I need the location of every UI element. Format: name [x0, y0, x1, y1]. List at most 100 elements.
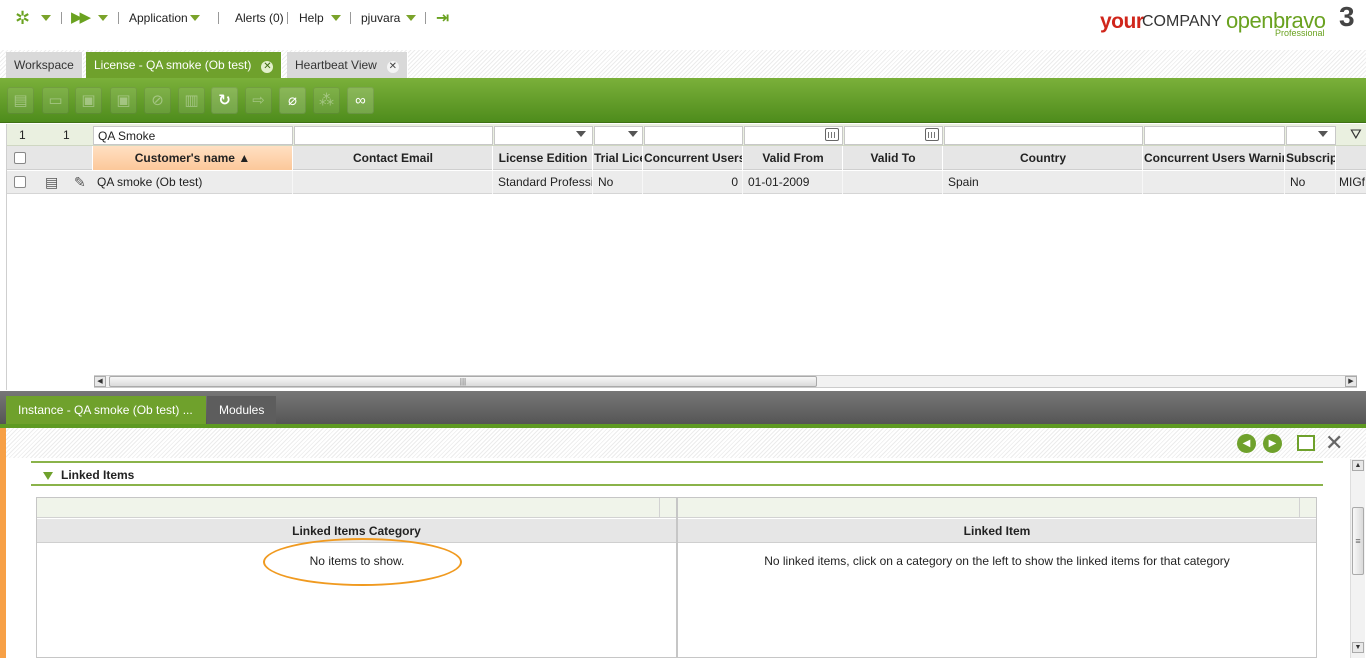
nav-divider	[425, 12, 426, 24]
active-record-indicator	[0, 428, 6, 658]
vertical-scrollbar[interactable]: ▲ ≡ ▼	[1350, 459, 1365, 658]
cell-extra: MIGf	[1335, 171, 1366, 194]
subscription-filter[interactable]	[1286, 126, 1336, 145]
vertical-scroll-thumb[interactable]: ≡	[1352, 507, 1364, 575]
cell-contact-email	[294, 171, 493, 194]
nav-divider	[287, 12, 288, 24]
category-filter-row	[37, 498, 676, 518]
country-filter[interactable]	[944, 126, 1143, 145]
column-header-extra[interactable]	[1337, 146, 1366, 170]
save-icon[interactable]: ▣	[75, 87, 102, 114]
row-select-checkbox[interactable]	[14, 176, 26, 188]
application-menu[interactable]: Application	[129, 11, 188, 25]
tab-label: License - QA smoke (Ob test)	[94, 58, 252, 72]
cell-trial-license: No	[594, 171, 643, 194]
tab-label: Modules	[219, 403, 265, 417]
logout-icon[interactable]: ⇥	[436, 8, 449, 28]
scroll-right-icon[interactable]: ▶	[1345, 376, 1357, 387]
column-header-country[interactable]: Country	[944, 146, 1143, 170]
concurrent-users-filter[interactable]	[644, 126, 743, 145]
tab-heartbeat-view[interactable]: Heartbeat View ✕	[287, 52, 408, 78]
horizontal-scrollbar[interactable]: ◀ ||| ▶	[94, 375, 1357, 388]
trial-license-filter-chevron-down-icon[interactable]	[628, 131, 638, 137]
grid-filter-row: 1 1 QA Smoke ⛛	[7, 124, 1366, 146]
cell-subscription: No	[1286, 171, 1336, 194]
scroll-left-icon[interactable]: ◀	[94, 376, 106, 387]
next-record-icon[interactable]: ▶	[1263, 434, 1282, 453]
column-header-trial-license[interactable]: Trial License	[594, 146, 643, 170]
help-menu[interactable]: Help	[299, 11, 324, 25]
new-document-icon[interactable]: ▤	[7, 87, 34, 114]
scroll-up-icon[interactable]: ▲	[1352, 460, 1364, 471]
maximize-icon[interactable]	[1297, 435, 1315, 451]
user-chevron-down-icon[interactable]	[406, 15, 416, 21]
open-form-icon[interactable]: ▤	[45, 174, 58, 191]
highlight-annotation	[263, 538, 462, 586]
category-filter-spacer	[659, 498, 677, 518]
close-tab-icon[interactable]: ✕	[261, 61, 274, 73]
tab-instance[interactable]: Instance - QA smoke (Ob test) ...	[6, 396, 206, 424]
quick-launch-chevron-down-icon[interactable]	[41, 15, 51, 21]
column-header-subscription[interactable]: Subscription	[1286, 146, 1336, 170]
tab-label: Heartbeat View	[295, 58, 377, 72]
select-all-checkbox[interactable]	[14, 152, 26, 164]
subscription-filter-chevron-down-icon[interactable]	[1318, 131, 1328, 137]
user-menu[interactable]: pjuvara	[361, 11, 400, 25]
nav-divider	[218, 12, 219, 24]
linked-item-filter-spacer	[1299, 498, 1317, 518]
undo-icon[interactable]: ⊘	[144, 87, 171, 114]
column-header-concurrent-users-warning[interactable]: Concurrent Users Warning	[1144, 146, 1285, 170]
help-chevron-down-icon[interactable]	[331, 15, 341, 21]
column-header-customer-name[interactable]: Customer's name ▲	[93, 146, 293, 170]
column-header-valid-from[interactable]: Valid From	[744, 146, 843, 170]
cell-country: Spain	[944, 171, 1143, 194]
column-header-license-edition[interactable]: License Edition	[494, 146, 593, 170]
valid-from-calendar-icon[interactable]	[825, 128, 839, 141]
column-header-contact-email[interactable]: Contact Email	[294, 146, 493, 170]
openbravo-version-logo: 3	[1339, 1, 1355, 32]
audit-trail-icon[interactable]: ⁂	[313, 87, 340, 114]
fast-forward-icon[interactable]: ▶▶	[71, 8, 91, 26]
export-icon[interactable]: ⇨	[245, 87, 272, 114]
cell-concurrent-users-warning	[1144, 171, 1285, 194]
new-row-icon[interactable]: ▭	[42, 87, 69, 114]
license-grid: 1 1 QA Smoke ⛛ Customer's name ▲ Contact…	[6, 124, 1366, 390]
column-header-valid-to[interactable]: Valid To	[844, 146, 943, 170]
quick-launch-icon[interactable]: ✲	[15, 8, 30, 29]
linked-items-section-title[interactable]: Linked Items	[61, 468, 134, 482]
contact-email-filter[interactable]	[294, 126, 493, 145]
tab-workspace[interactable]: Workspace	[6, 52, 83, 78]
cell-concurrent-users: 0	[644, 171, 743, 194]
refresh-icon[interactable]: ↻	[211, 87, 238, 114]
close-icon[interactable]: ✕	[1325, 432, 1343, 454]
linked-item-header[interactable]: Linked Item	[678, 519, 1316, 543]
edit-pencil-icon[interactable]: ✎	[74, 174, 86, 191]
column-header-concurrent-users[interactable]: Concurrent Users	[644, 146, 743, 170]
row-actions-header	[35, 146, 93, 170]
top-navigation-bar: ✲ ▶▶ Application Alerts (0) Help pjuvara…	[0, 0, 1366, 50]
close-tab-icon[interactable]: ✕	[386, 61, 399, 73]
company-logo-company: COMPANY	[1142, 13, 1222, 30]
customer-name-filter[interactable]: QA Smoke	[93, 126, 293, 145]
link-icon[interactable]: ∞	[347, 87, 374, 114]
create-new-chevron-down-icon[interactable]	[98, 15, 108, 21]
collapse-section-icon[interactable]	[43, 472, 53, 480]
scroll-down-icon[interactable]: ▼	[1352, 642, 1364, 653]
tab-license[interactable]: License - QA smoke (Ob test) ✕	[86, 52, 283, 78]
filter-funnel-icon[interactable]: ⛛	[1350, 126, 1362, 143]
alerts-link[interactable]: Alerts (0)	[235, 11, 284, 25]
table-row[interactable]: ▤ ✎ QA smoke (Ob test) Standard Professi…	[7, 171, 1366, 194]
application-chevron-down-icon[interactable]	[190, 15, 200, 21]
license-edition-filter-chevron-down-icon[interactable]	[576, 131, 586, 137]
valid-to-calendar-icon[interactable]	[925, 128, 939, 141]
save-and-close-icon[interactable]: ▣	[110, 87, 137, 114]
horizontal-scroll-thumb[interactable]: |||	[109, 376, 817, 387]
main-tab-strip: Workspace License - QA smoke (Ob test) ✕ …	[0, 50, 1366, 78]
tab-modules[interactable]: Modules	[207, 396, 277, 424]
previous-record-icon[interactable]: ◀	[1237, 434, 1256, 453]
nav-divider	[61, 12, 62, 24]
openbravo-edition-label: Professional	[1275, 28, 1325, 38]
delete-icon[interactable]: ▥	[178, 87, 205, 114]
attachment-icon[interactable]: ⌀	[279, 87, 306, 114]
concurrent-users-warning-filter[interactable]	[1144, 126, 1285, 145]
